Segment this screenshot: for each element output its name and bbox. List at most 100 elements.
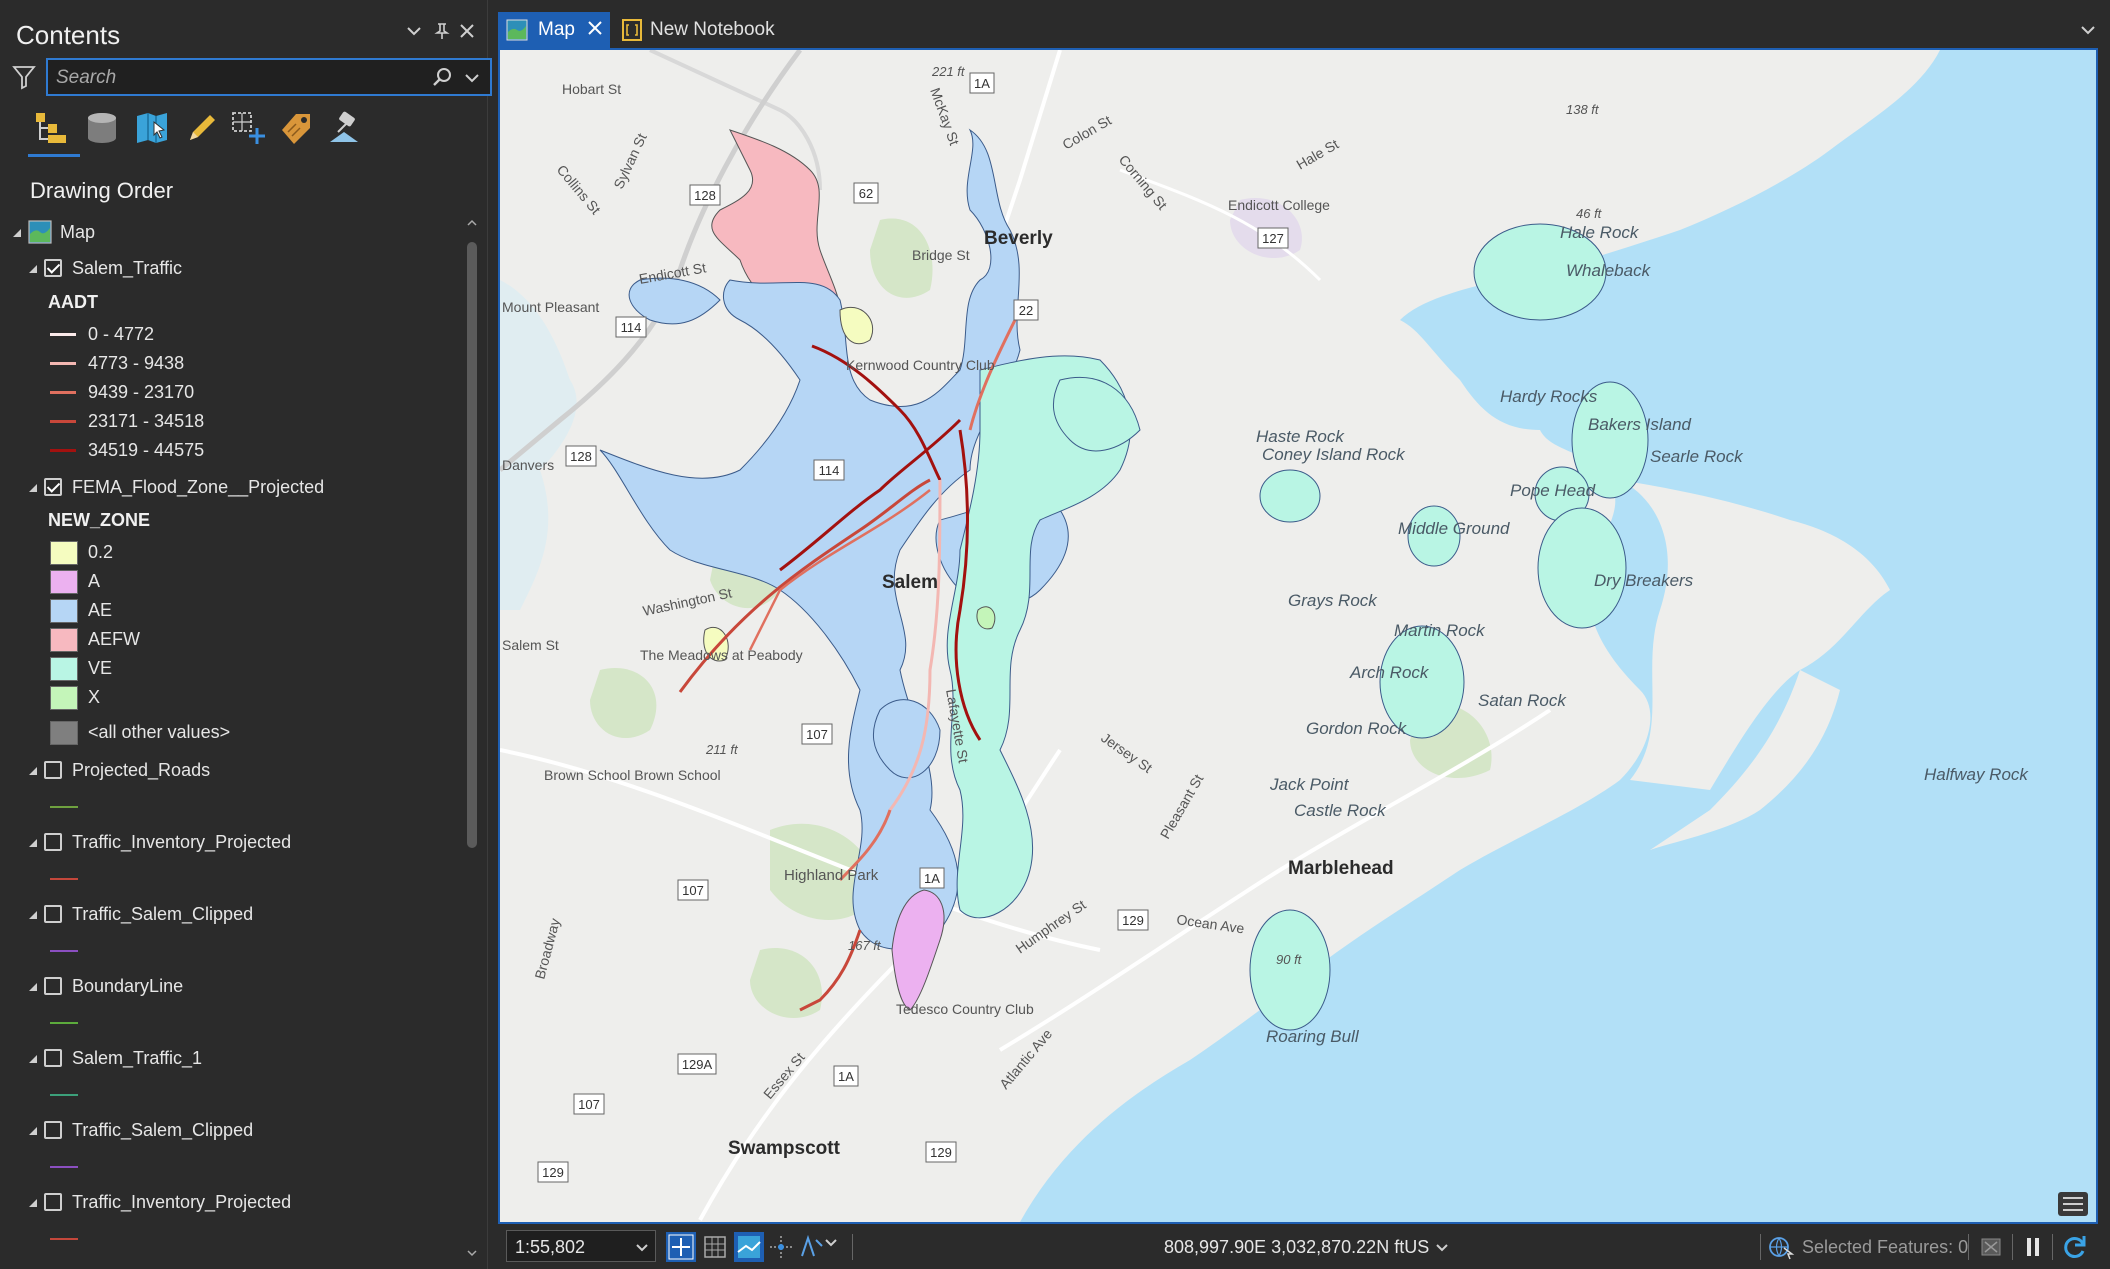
collapse-triangle-icon[interactable] <box>28 838 38 848</box>
labeling-tag-icon[interactable] <box>272 106 316 152</box>
snapping-toggle-icon[interactable] <box>766 1232 796 1262</box>
snapping-icon[interactable] <box>224 106 268 152</box>
map-canvas[interactable]: 1A 62 128 127 22 114 128 114 107 107 1A … <box>500 50 2096 1222</box>
svg-text:22: 22 <box>1019 303 1033 318</box>
legend-class-label: 4773 - 9438 <box>88 353 185 373</box>
pane-options-icon[interactable] <box>403 22 425 46</box>
poi-label: Endicott College <box>1228 197 1330 213</box>
layer-visibility-checkbox[interactable] <box>44 905 62 923</box>
scroll-up-icon[interactable] <box>467 218 477 228</box>
layer-salem-traffic[interactable]: Salem_Traffic <box>24 256 444 284</box>
tab-new-notebook[interactable]: New Notebook <box>620 12 800 48</box>
editing-pencil-icon[interactable] <box>178 106 222 152</box>
layer-visibility-checkbox[interactable] <box>44 977 62 995</box>
search-row <box>12 58 492 96</box>
layer-name: Salem_Traffic_1 <box>72 1048 203 1068</box>
legend-class-label: AEFW <box>88 629 140 649</box>
place-label: Swampscott <box>728 1138 841 1159</box>
legend-class-label: A <box>88 571 101 591</box>
notebook-icon <box>622 19 642 46</box>
collapse-triangle-icon[interactable] <box>28 766 38 776</box>
pin-icon[interactable] <box>431 22 453 46</box>
map-node[interactable]: Map <box>10 220 450 248</box>
svg-text:62: 62 <box>859 186 873 201</box>
drawing-order-icon[interactable] <box>28 106 72 152</box>
perspective-imagery-icon[interactable] <box>320 106 364 152</box>
rotation-icon[interactable] <box>796 1232 826 1262</box>
scroll-down-icon[interactable] <box>467 1248 477 1258</box>
contents-pane: Contents Search Drawing Order Map Salem_… <box>0 0 492 1269</box>
collapse-triangle-icon[interactable] <box>28 264 38 274</box>
legend-class: X <box>50 685 350 713</box>
tab-map[interactable]: Map <box>498 12 610 48</box>
layer-visibility-checkbox[interactable] <box>44 833 62 851</box>
grid-icon[interactable] <box>700 1232 730 1262</box>
layer-symbol-line <box>50 878 78 880</box>
layer-visibility-checkbox[interactable] <box>44 1049 62 1067</box>
pause-drawing-icon[interactable] <box>2018 1232 2048 1262</box>
layer-name: Traffic_Inventory_Projected <box>72 1192 292 1212</box>
layer-traffic-salem-clipped[interactable]: Traffic_Salem_Clipped <box>24 902 444 930</box>
scale-dropdown-icon[interactable] <box>635 1241 649 1255</box>
fixed-zoom-in-icon[interactable] <box>666 1232 696 1262</box>
collapse-triangle-icon[interactable] <box>28 1126 38 1136</box>
layer-visibility-checkbox[interactable] <box>44 1193 62 1211</box>
collapse-triangle-icon[interactable] <box>28 1054 38 1064</box>
toc-scrollbar[interactable] <box>464 214 480 1264</box>
poi-label: Brown School Brown School <box>544 767 721 783</box>
layer-fema-flood-zone[interactable]: FEMA_Flood_Zone__Projected <box>24 475 444 503</box>
layer-name: BoundaryLine <box>72 976 184 996</box>
layer-symbol-line <box>50 1022 78 1024</box>
place-label: Salem <box>882 572 938 593</box>
collapse-triangle-icon[interactable] <box>28 982 38 992</box>
search-input[interactable] <box>56 64 416 92</box>
table-of-contents: Map Salem_Traffic AADT 0 - 4772 4773 - 9… <box>0 214 460 1269</box>
layer-boundary-line[interactable]: BoundaryLine <box>24 974 444 1002</box>
layer-traffic-salem-clipped-2[interactable]: Traffic_Salem_Clipped <box>24 1118 444 1146</box>
layer-projected-roads[interactable]: Projected_Roads <box>24 758 444 786</box>
layer-visibility-checkbox[interactable] <box>44 259 62 277</box>
route-shield: 107 <box>801 723 833 745</box>
collapse-triangle-icon[interactable] <box>28 1198 38 1208</box>
poi-label: Tedesco Country Club <box>896 1001 1034 1017</box>
edge-label: Mount Pleasant <box>502 299 599 315</box>
route-shield: 129A <box>677 1053 717 1075</box>
layer-traffic-inventory-projected-2[interactable]: Traffic_Inventory_Projected <box>24 1190 444 1218</box>
svg-text:129A: 129A <box>682 1057 713 1072</box>
layer-traffic-inventory-projected[interactable]: Traffic_Inventory_Projected <box>24 830 444 858</box>
selection-icon[interactable] <box>128 106 172 152</box>
water-label: Haste Rock <box>1256 427 1345 446</box>
collapse-triangle-icon[interactable] <box>28 483 38 493</box>
svg-text:129: 129 <box>930 1145 952 1160</box>
close-pane-icon[interactable] <box>456 22 478 46</box>
search-icon[interactable] <box>432 66 454 88</box>
tools-dropdown-icon[interactable] <box>824 1236 840 1252</box>
layer-visibility-checkbox[interactable] <box>44 761 62 779</box>
scrollbar-thumb[interactable] <box>467 242 477 848</box>
water-label: Castle Rock <box>1294 801 1387 820</box>
close-tab-icon[interactable] <box>584 18 606 40</box>
map-view[interactable]: 1A 62 128 127 22 114 128 114 107 107 1A … <box>498 48 2098 1224</box>
search-dropdown-icon[interactable] <box>462 68 482 88</box>
coordinate-format-dropdown-icon[interactable] <box>1434 1240 1450 1256</box>
layer-visibility-checkbox[interactable] <box>44 478 62 496</box>
collapse-triangle-icon[interactable] <box>28 910 38 920</box>
map-extent-icon[interactable] <box>734 1232 764 1262</box>
water-label: Hale Rock <box>1560 223 1640 242</box>
coordinate-readout: 808,997.90E 3,032,870.22N ftUS <box>1164 1237 1430 1257</box>
filter-icon[interactable] <box>12 64 36 90</box>
island-flood-ve <box>1537 507 1627 629</box>
tab-overflow-dropdown-icon[interactable] <box>2078 20 2098 40</box>
legend-fill-swatch <box>50 628 78 652</box>
scale-selector[interactable]: 1:55,802 <box>506 1230 656 1262</box>
island-flood-ve <box>1259 469 1321 523</box>
basemap-gallery-icon[interactable] <box>2056 1190 2090 1218</box>
layer-visibility-checkbox[interactable] <box>44 1121 62 1139</box>
refresh-icon[interactable] <box>2060 1232 2090 1262</box>
selection-globe-icon[interactable] <box>1766 1232 1796 1262</box>
data-source-icon[interactable] <box>78 106 122 152</box>
clear-selection-icon[interactable] <box>1976 1232 2006 1262</box>
legend-fill-swatch <box>50 686 78 710</box>
layer-salem-traffic-1[interactable]: Salem_Traffic_1 <box>24 1046 444 1074</box>
collapse-triangle-icon[interactable] <box>12 228 22 238</box>
